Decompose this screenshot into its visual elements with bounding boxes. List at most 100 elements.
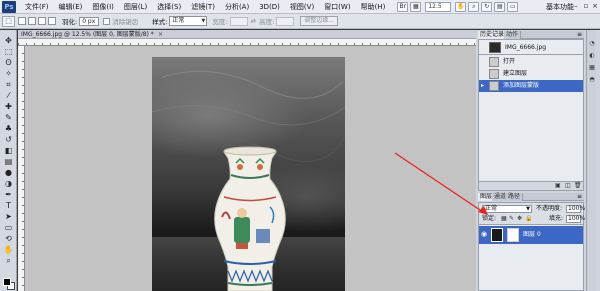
swatches-panel-icon[interactable]: ▦: [588, 64, 596, 72]
color-panel-icon[interactable]: ◐: [588, 52, 596, 60]
history-step-open[interactable]: 打开: [479, 56, 583, 68]
magic-wand-icon[interactable]: ✧: [3, 69, 14, 78]
move-tool-icon[interactable]: ✥: [3, 36, 14, 45]
lock-all-icon[interactable]: 🔒: [525, 215, 532, 223]
clone-stamp-icon[interactable]: ♣: [3, 124, 14, 133]
3d-rotate-icon[interactable]: ⟲: [3, 234, 14, 243]
new-selection-icon[interactable]: [18, 17, 26, 25]
layer-name: 图层 0: [523, 231, 541, 238]
brush-tool-icon[interactable]: ✎: [3, 113, 14, 122]
style-label: 样式:: [152, 18, 168, 26]
opacity-input[interactable]: 100%: [566, 205, 585, 213]
screen-mode-icon[interactable]: ▭: [507, 1, 519, 12]
blend-mode-value: 正常: [485, 205, 498, 212]
menu-image[interactable]: 图像(I): [87, 0, 119, 14]
trash-icon[interactable]: 🗑: [574, 182, 582, 190]
pen-tool-icon[interactable]: ✒: [3, 190, 14, 199]
chevron-down-icon: ▼: [526, 206, 530, 212]
options-bar: ⬚ 羽化: 0 px 消除锯齿 样式: 正常 ▼ 宽度: ⇄ 高度: 调整边缘..…: [0, 14, 600, 29]
snapshot-thumbnail: [489, 42, 501, 53]
new-document-icon[interactable]: ▣: [555, 182, 561, 190]
document-tab[interactable]: IMG_6666.jpg @ 12.5% (图层 0, 图层蒙版/8) * ×: [18, 30, 476, 39]
layers-controls: 正常 ▼ 不透明度: 100% 锁定: ▦ ✎ ✥ 🔒 填充: 100%: [479, 203, 585, 225]
bridge-icon[interactable]: Br: [397, 1, 409, 12]
history-panel-icon[interactable]: ◔: [588, 40, 596, 48]
intersect-selection-icon[interactable]: [48, 17, 56, 25]
blur-tool-icon[interactable]: ●: [3, 168, 14, 177]
history-step-label: 建立图层: [503, 70, 528, 77]
lasso-tool-icon[interactable]: ʘ: [3, 58, 14, 67]
menu-file[interactable]: 文件(F): [20, 0, 54, 14]
zoom-tool-icon[interactable]: ⌕: [3, 256, 14, 265]
eyedropper-icon[interactable]: ⁄: [3, 91, 14, 100]
menu-view[interactable]: 视图(V): [285, 0, 319, 14]
fill-input[interactable]: 100%: [566, 215, 585, 223]
close-icon[interactable]: ×: [591, 1, 599, 12]
dodge-tool-icon[interactable]: ◑: [3, 179, 14, 188]
height-input[interactable]: [276, 16, 295, 26]
panel-menu-icon[interactable]: ≡: [577, 31, 582, 39]
foreground-color-swatch[interactable]: [3, 278, 11, 286]
menu-help[interactable]: 帮助(H): [356, 0, 391, 14]
feather-input[interactable]: 0 px: [79, 16, 100, 26]
close-document-icon[interactable]: ×: [158, 30, 163, 39]
refine-edge-button[interactable]: 调整边缘...: [300, 16, 338, 26]
canvas-image[interactable]: [152, 57, 345, 291]
workspace-switcher[interactable]: 基本功能: [546, 2, 574, 12]
maximize-icon[interactable]: ▫: [582, 1, 590, 12]
swap-icon: ⇄: [250, 17, 257, 25]
gradient-tool-icon[interactable]: ▤: [3, 157, 14, 166]
menu-layer[interactable]: 图层(L): [119, 0, 152, 14]
new-snapshot-icon[interactable]: ◫: [565, 182, 571, 190]
zoom-tool-icon[interactable]: ⌕: [468, 1, 480, 12]
arrange-documents-icon[interactable]: ▤: [494, 1, 506, 12]
layer-row[interactable]: ◉ 图层 0: [479, 226, 583, 244]
history-step-icon: [489, 57, 499, 67]
hand-tool-icon[interactable]: ✋: [3, 245, 14, 254]
marquee-tool-icon[interactable]: ⬚: [3, 47, 14, 56]
lock-transparent-icon[interactable]: ▦: [501, 215, 507, 223]
crop-tool-icon[interactable]: ⌗: [3, 80, 14, 89]
width-label: 宽度:: [212, 18, 228, 26]
path-selection-icon[interactable]: ➤: [3, 212, 14, 221]
blend-mode-select[interactable]: 正常 ▼: [482, 205, 532, 213]
eye-icon[interactable]: ◉: [481, 230, 487, 239]
adjustments-panel-icon[interactable]: ◓: [588, 76, 596, 84]
zoom-level-field[interactable]: 12.5: [425, 1, 452, 12]
menu-window[interactable]: 窗口(W): [319, 0, 355, 14]
tab-history[interactable]: 历史记录: [478, 31, 508, 39]
tab-actions[interactable]: 动作: [504, 31, 522, 39]
add-selection-icon[interactable]: [28, 17, 36, 25]
minimize-icon[interactable]: –: [572, 1, 580, 12]
healing-brush-icon[interactable]: ✚: [3, 102, 14, 111]
history-step-add-mask[interactable]: ▸ 添加图层蒙版: [479, 80, 583, 92]
lock-pixels-icon[interactable]: ✎: [509, 215, 514, 223]
antialias-checkbox[interactable]: [103, 17, 111, 25]
menu-filter[interactable]: 滤镜(T): [186, 0, 220, 14]
eraser-tool-icon[interactable]: ◧: [3, 146, 14, 155]
subtract-selection-icon[interactable]: [38, 17, 46, 25]
history-step-label: 打开: [503, 58, 516, 65]
mini-bridge-icon[interactable]: ▦: [410, 1, 422, 12]
hand-tool-icon[interactable]: ✋: [455, 1, 467, 12]
menu-bar: Ps 文件(F) 编辑(E) 图像(I) 图层(L) 选择(S) 滤镜(T) 分…: [0, 0, 600, 14]
lock-position-icon[interactable]: ✥: [517, 215, 522, 223]
history-state-marker-icon: ▸: [481, 82, 485, 89]
history-brush-icon[interactable]: ↺: [3, 135, 14, 144]
menu-3d[interactable]: 3D(D): [254, 0, 285, 14]
marquee-tool-icon[interactable]: ⬚: [2, 15, 15, 27]
rotate-view-icon[interactable]: ↻: [481, 1, 493, 12]
type-tool-icon[interactable]: T: [3, 201, 14, 210]
menu-select[interactable]: 选择(S): [152, 0, 186, 14]
history-snapshot[interactable]: IMG_6666.jpg: [479, 40, 583, 55]
menu-edit[interactable]: 编辑(E): [54, 0, 88, 14]
style-select[interactable]: 正常 ▼: [169, 16, 208, 26]
width-input[interactable]: [229, 16, 248, 26]
panel-icon-strip: ◔ ◐ ▦ ◓: [586, 30, 596, 291]
panel-menu-icon[interactable]: ≡: [577, 193, 582, 201]
layer-mask-thumbnail[interactable]: [507, 228, 519, 242]
history-step-new-layer[interactable]: 建立图层: [479, 68, 583, 80]
tab-paths[interactable]: 路径: [506, 193, 524, 201]
shape-tool-icon[interactable]: ▭: [3, 223, 14, 232]
menu-analysis[interactable]: 分析(A): [220, 0, 254, 14]
